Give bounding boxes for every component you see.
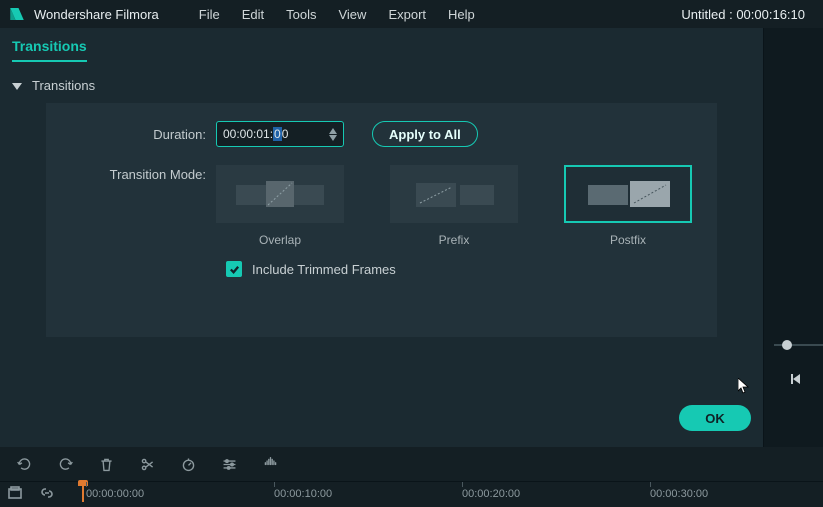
transitions-panel: Duration: 00:00:01:00 Apply to All Trans…: [46, 103, 717, 337]
preview-column: [763, 28, 823, 447]
tick-2: 00:00:20:00: [462, 488, 520, 500]
tab-transitions[interactable]: Transitions: [12, 38, 87, 62]
tick-1: 00:00:10:00: [274, 488, 332, 500]
media-bin-icon[interactable]: [8, 486, 22, 500]
section-header[interactable]: Transitions: [0, 62, 763, 103]
audio-icon[interactable]: [262, 456, 279, 473]
include-trimmed-checkbox[interactable]: [226, 261, 242, 277]
mode-prefix-thumb: [390, 165, 518, 223]
menu-help[interactable]: Help: [448, 7, 475, 22]
timeline-toolbar: [0, 447, 823, 481]
mode-postfix[interactable]: Postfix: [564, 165, 692, 247]
redo-icon[interactable]: [57, 456, 74, 473]
mode-overlap-thumb: [216, 165, 344, 223]
mode-postfix-thumb: [564, 165, 692, 223]
preview-zoom-slider[interactable]: [774, 338, 823, 352]
menu-export[interactable]: Export: [388, 7, 426, 22]
split-icon[interactable]: [139, 456, 156, 473]
timeline-area: 00:00:00:00 00:00:10:00 00:00:20:00 00:0…: [0, 447, 823, 507]
spinner-down-icon[interactable]: [329, 135, 337, 141]
playhead[interactable]: [82, 482, 84, 502]
include-trimmed-label: Include Trimmed Frames: [252, 262, 396, 277]
disclosure-triangle-icon: [12, 81, 22, 91]
mode-prefix[interactable]: Prefix: [390, 165, 518, 247]
menu-view[interactable]: View: [338, 7, 366, 22]
tick-0: 00:00:00:00: [86, 488, 144, 500]
app-name: Wondershare Filmora: [34, 7, 159, 22]
main-panel: Transitions Transitions Duration: 00:00:…: [0, 28, 763, 447]
link-icon[interactable]: [40, 486, 54, 500]
duration-input[interactable]: 00:00:01:00: [216, 121, 344, 147]
undo-icon[interactable]: [16, 456, 33, 473]
duration-spinner[interactable]: [329, 123, 341, 145]
speed-icon[interactable]: [180, 456, 197, 473]
timeline-ruler[interactable]: 00:00:00:00 00:00:10:00 00:00:20:00 00:0…: [0, 481, 823, 507]
menu-tools[interactable]: Tools: [286, 7, 316, 22]
section-title: Transitions: [32, 78, 95, 93]
duration-label: Duration:: [66, 121, 216, 142]
ok-button[interactable]: OK: [679, 405, 751, 431]
include-trimmed-row[interactable]: Include Trimmed Frames: [66, 261, 697, 277]
tab-row: Transitions: [0, 28, 763, 62]
menu-file[interactable]: File: [199, 7, 220, 22]
menu-bar: Wondershare Filmora File Edit Tools View…: [0, 0, 823, 28]
spinner-up-icon[interactable]: [329, 128, 337, 134]
tick-3: 00:00:30:00: [650, 488, 708, 500]
mode-overlap-label: Overlap: [259, 233, 301, 247]
app-logo-icon: [8, 5, 26, 23]
step-back-icon: [789, 372, 803, 386]
apply-to-all-button[interactable]: Apply to All: [372, 121, 478, 147]
document-title: Untitled : 00:00:16:10: [681, 7, 815, 22]
checkmark-icon: [229, 264, 240, 275]
mode-options: Overlap Prefix: [216, 161, 692, 247]
menu-edit[interactable]: Edit: [242, 7, 264, 22]
mode-prefix-label: Prefix: [439, 233, 470, 247]
delete-icon[interactable]: [98, 456, 115, 473]
mode-postfix-label: Postfix: [610, 233, 646, 247]
mode-overlap[interactable]: Overlap: [216, 165, 344, 247]
step-back-button[interactable]: [786, 369, 806, 389]
filters-icon[interactable]: [221, 456, 238, 473]
menu-items: File Edit Tools View Export Help: [199, 7, 475, 22]
mode-label: Transition Mode:: [66, 161, 216, 182]
